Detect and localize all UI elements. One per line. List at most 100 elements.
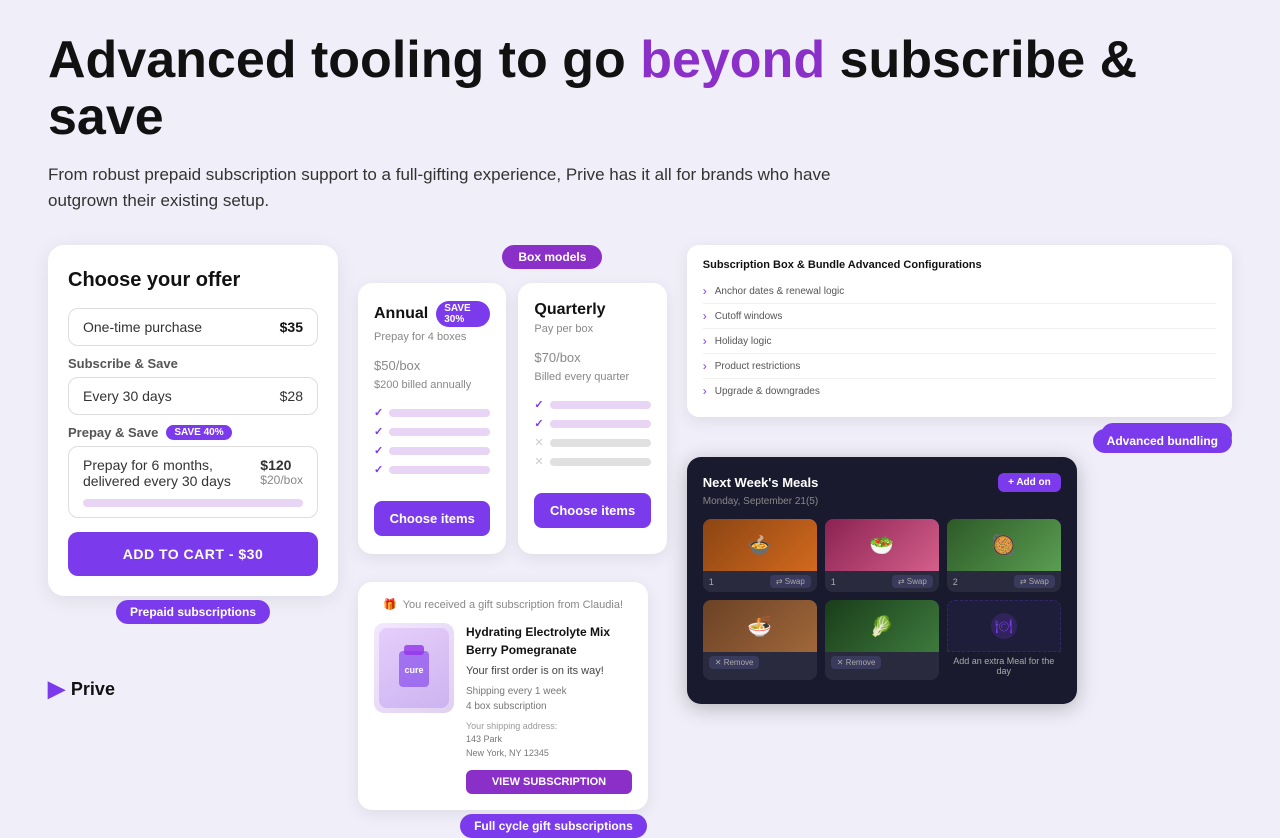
config-item-label: Holiday logic: [715, 336, 772, 347]
meal-qty-1: 1: [709, 577, 714, 587]
subscribe-save-label: Subscribe & Save: [68, 356, 318, 371]
add-meal-label: Add an extra Meal for the day: [947, 652, 1061, 680]
add-extra-meal[interactable]: 🍽 Add an extra Meal for the day: [947, 600, 1061, 680]
meal-controls-4: ✕ Remove: [703, 652, 817, 673]
meal-grid: 🍲 1 ⇄ Swap 🥗 1 ⇄ Swap: [703, 519, 1061, 680]
meal-box-card: Next Week's Meals + Add on Monday, Septe…: [687, 457, 1077, 704]
annual-header: Annual SAVE 30%: [374, 301, 490, 327]
add-cart-button[interactable]: ADD TO CART - $30: [68, 532, 318, 576]
meal-box-header: Next Week's Meals + Add on: [703, 473, 1061, 492]
prive-logo-text: Prive: [71, 679, 115, 700]
gift-address: 143 ParkNew York, NY 12345: [466, 733, 632, 760]
quarterly-choose-button[interactable]: Choose items: [534, 493, 650, 528]
swap-button-3[interactable]: ⇄ Swap: [1014, 575, 1055, 588]
offer-card: Choose your offer One-time purchase $35 …: [48, 245, 338, 596]
prepay-section: Prepay & Save SAVE 40% Prepay for 6 mont…: [68, 425, 318, 518]
gift-product-title: Hydrating Electrolyte Mix Berry Pomegran…: [466, 623, 632, 659]
svg-text:cure: cure: [404, 665, 423, 675]
meal-qty-3: 2: [953, 577, 958, 587]
q-feature-1: ✓: [534, 395, 650, 414]
right-column: Subscription Box & Bundle Advanced Confi…: [687, 245, 1232, 704]
config-product[interactable]: › Product restrictions: [703, 354, 1216, 379]
prepay-box[interactable]: Prepay for 6 months, delivered every 30 …: [68, 446, 318, 518]
meal-image-2: 🥗: [825, 519, 939, 571]
config-holiday[interactable]: › Holiday logic: [703, 329, 1216, 354]
meal-box-outer: Advanced bundling Next Week's Meals + Ad…: [687, 457, 1232, 704]
prepay-price: $120: [260, 457, 303, 473]
configs-items-list: › Anchor dates & renewal logic › Cutoff …: [703, 279, 1216, 403]
cards-row: Choose your offer One-time purchase $35 …: [48, 245, 1232, 810]
swap-button-2[interactable]: ⇄ Swap: [892, 575, 933, 588]
fork-icon: 🍽: [990, 612, 1018, 640]
pricing-cards: Annual SAVE 30% Prepay for 4 boxes $50/b…: [358, 283, 667, 554]
box-models-tag-container: Box models: [358, 245, 667, 277]
annual-billed: $200 billed annually: [374, 379, 490, 391]
quarterly-subtitle: Pay per box: [534, 323, 650, 335]
box-models-tag: Box models: [502, 245, 602, 269]
configs-card: Subscription Box & Bundle Advanced Confi…: [687, 245, 1232, 417]
headline-part1: Advanced tooling to go: [48, 31, 640, 89]
gift-section: 🎁 You received a gift subscription from …: [358, 566, 667, 810]
subscribe-price: $28: [280, 388, 303, 404]
quarterly-card: Quarterly Pay per box $70/box Billed eve…: [518, 283, 666, 554]
annual-subtitle: Prepay for 4 boxes: [374, 331, 490, 343]
full-cycle-gift-tag: Full cycle gift subscriptions: [460, 814, 647, 838]
add-meal-icon: 🍽: [947, 600, 1061, 652]
meal-qty-2: 1: [831, 577, 836, 587]
gift-address-label: Your shipping address:: [466, 720, 632, 734]
meal-item-5: 🥬 ✕ Remove: [825, 600, 939, 680]
prepay-label: Prepay & Save SAVE 40%: [68, 425, 318, 440]
meal-controls-3: 2 ⇄ Swap: [947, 571, 1061, 592]
offer-section: Choose your offer One-time purchase $35 …: [48, 245, 338, 596]
gift-shipping-info: Your first order is on its way!: [466, 663, 632, 680]
gift-card: 🎁 You received a gift subscription from …: [358, 582, 648, 810]
feature-4: ✓: [374, 460, 490, 479]
feature-2: ✓: [374, 422, 490, 441]
config-cutoff[interactable]: › Cutoff windows: [703, 304, 1216, 329]
meal-controls-1: 1 ⇄ Swap: [703, 571, 817, 592]
prepay-description: Prepay for 6 months, delivered every 30 …: [83, 457, 260, 489]
prepay-progress-bar: [83, 499, 303, 507]
quarterly-price: $70/box: [534, 337, 650, 369]
remove-button-5[interactable]: ✕ Remove: [831, 656, 882, 669]
config-item-label: Anchor dates & renewal logic: [715, 286, 845, 297]
center-column: Box models Annual SAVE 30% Prepay for 4 …: [358, 245, 667, 810]
remove-button-4[interactable]: ✕ Remove: [709, 656, 760, 669]
annual-card: Annual SAVE 30% Prepay for 4 boxes $50/b…: [358, 283, 506, 554]
config-upgrade[interactable]: › Upgrade & downgrades: [703, 379, 1216, 403]
meal-box-date: Monday, September 21(5): [703, 496, 1061, 507]
gift-text-block: Hydrating Electrolyte Mix Berry Pomegran…: [466, 623, 632, 794]
q-feature-4: ✕: [534, 452, 650, 471]
q-feature-3: ✕: [534, 433, 650, 452]
advanced-bundling-tag: Advanced bundling: [1093, 429, 1232, 453]
meal-item-1: 🍲 1 ⇄ Swap: [703, 519, 817, 592]
meal-item-2: 🥗 1 ⇄ Swap: [825, 519, 939, 592]
subtext: From robust prepaid subscription support…: [48, 162, 868, 213]
view-subscription-button[interactable]: VIEW SUBSCRIPTION: [466, 770, 632, 794]
add-on-button[interactable]: + Add on: [998, 473, 1061, 492]
meal-item-4: 🍜 ✕ Remove: [703, 600, 817, 680]
meal-item-3: 🥘 2 ⇄ Swap: [947, 519, 1061, 592]
config-anchor-dates[interactable]: › Anchor dates & renewal logic: [703, 279, 1216, 304]
prepaid-subscriptions-tag: Prepaid subscriptions: [116, 600, 270, 624]
annual-price: $50/box: [374, 345, 490, 377]
prepay-box-top: Prepay for 6 months, delivered every 30 …: [83, 457, 303, 489]
prepay-badge: SAVE 40%: [166, 425, 231, 440]
gift-product-image: cure: [374, 623, 454, 713]
swap-button-1[interactable]: ⇄ Swap: [770, 575, 811, 588]
gift-shipping-details: Shipping every 1 week4 box subscription: [466, 684, 632, 714]
feature-3: ✓: [374, 441, 490, 460]
prepay-subprice: $20/box: [260, 473, 303, 487]
meal-controls-2: 1 ⇄ Swap: [825, 571, 939, 592]
quarterly-title: Quarterly: [534, 301, 605, 319]
gift-content: cure Hydrating Electrolyte Mix Berry Pom…: [374, 623, 632, 794]
one-time-row[interactable]: One-time purchase $35: [68, 308, 318, 346]
frequency-row[interactable]: Every 30 days $28: [68, 377, 318, 415]
configs-title: Subscription Box & Bundle Advanced Confi…: [703, 259, 1216, 271]
headline-accent: beyond: [640, 31, 825, 89]
prive-logo-icon: ▶: [48, 676, 65, 702]
config-item-label: Upgrade & downgrades: [715, 386, 820, 397]
meal-image-3: 🥘: [947, 519, 1061, 571]
headline: Advanced tooling to go beyond subscribe …: [48, 32, 1232, 146]
annual-choose-button[interactable]: Choose items: [374, 501, 490, 536]
